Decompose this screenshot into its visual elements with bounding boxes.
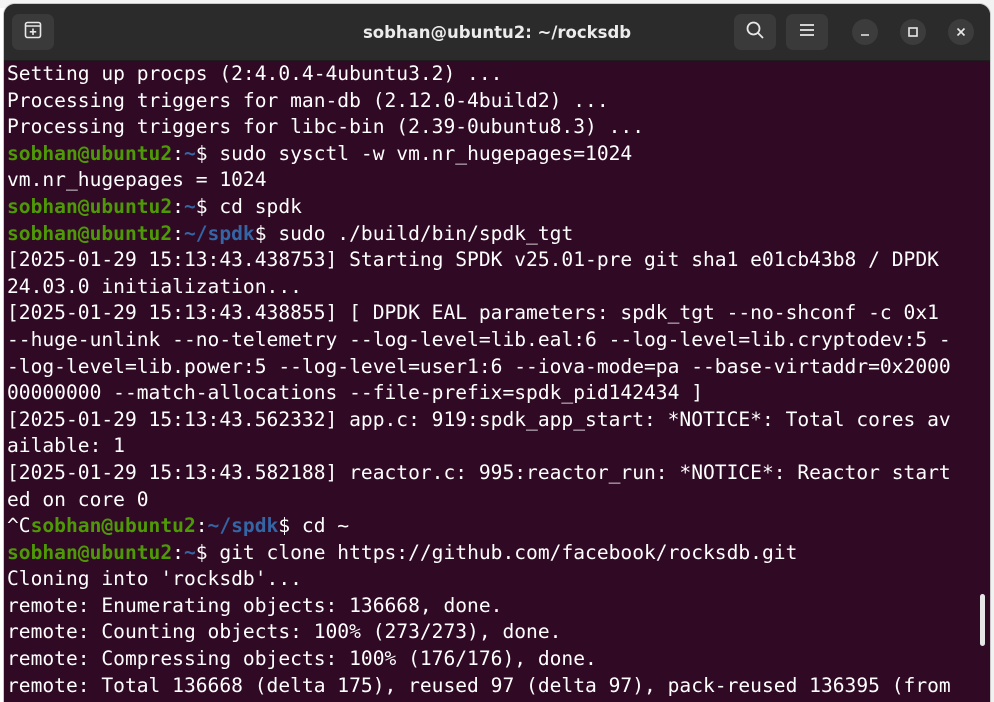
prompt-path: ~ (183, 141, 196, 165)
terminal-output[interactable]: Setting up procps (2:4.0.4-4ubuntu3.2) .… (4, 61, 977, 702)
output-line: 24.03.0 initialization... (7, 274, 302, 298)
output-line: Setting up procps (2:4.0.4-4ubuntu3.2) .… (7, 62, 503, 85)
maximize-icon (907, 23, 919, 42)
terminal-window: sobhan@ubuntu2: ~/rocksdb Setting up pro… (4, 4, 990, 702)
prompt-path: ~ (183, 194, 196, 218)
minimize-icon (859, 23, 871, 42)
output-line: [2025-01-29 15:13:43.438753] Starting SP… (7, 248, 939, 272)
prompt-separator: : (172, 141, 184, 165)
minimize-button[interactable] (852, 19, 878, 45)
output-line: -log-level=lib.power:5 --log-level=user1… (7, 354, 951, 378)
search-button[interactable] (734, 14, 776, 50)
prompt-separator: : (172, 194, 184, 218)
output-line: 00000000 --match-allocations --file-pref… (7, 381, 703, 405)
prompt-path: ~/spdk (183, 221, 255, 245)
output-line: Processing triggers for man-db (2.12.0-4… (7, 88, 609, 112)
output-line: --huge-unlink --no-telemetry --log-level… (7, 327, 951, 351)
prompt-line: sobhan@ubuntu2:~$ sudo sysctl -w vm.nr_h… (7, 141, 977, 168)
command-text: $ cd spdk (195, 194, 302, 218)
prompt-user: sobhan@ubuntu2 (7, 540, 173, 564)
output-line: [2025-01-29 15:13:43.438855] [ DPDK EAL … (7, 301, 939, 325)
close-button[interactable] (948, 19, 974, 45)
prompt-path: ~ (183, 540, 196, 564)
output-line: [2025-01-29 15:13:43.562332] app.c: 919:… (7, 407, 951, 431)
prompt-line: sobhan@ubuntu2:~/spdk$ sudo ./build/bin/… (7, 221, 977, 248)
output-line: remote: Counting objects: 100% (273/273)… (7, 620, 562, 644)
new-tab-icon (24, 21, 42, 43)
prompt-separator: : (172, 540, 184, 564)
window-title: sobhan@ubuntu2: ~/rocksdb (362, 22, 632, 42)
output-line: vm.nr_hugepages = 1024 (7, 168, 267, 192)
output-line: remote: Total 136668 (delta 175), reused… (7, 673, 951, 697)
output-line: remote: Enumerating objects: 136668, don… (7, 593, 503, 617)
output-line: remote: Compressing objects: 100% (176/1… (7, 647, 597, 671)
prompt-separator: : (195, 514, 208, 538)
close-icon (955, 23, 967, 42)
new-tab-button[interactable] (12, 14, 54, 50)
maximize-button[interactable] (900, 19, 926, 45)
search-icon (745, 20, 765, 44)
interrupt-marker: ^C (7, 514, 31, 538)
prompt-path: ~/spdk (207, 514, 279, 538)
output-line: Processing triggers for libc-bin (2.39-0… (7, 115, 645, 139)
prompt-separator: : (172, 221, 184, 245)
output-line: Cloning into 'rocksdb'... (7, 567, 302, 591)
hamburger-menu-icon (798, 22, 816, 42)
output-line: ailable: 1 (7, 434, 125, 458)
prompt-line: sobhan@ubuntu2:~$ cd spdk (7, 194, 977, 221)
prompt-user: sobhan@ubuntu2 (30, 514, 196, 538)
prompt-user: sobhan@ubuntu2 (7, 141, 173, 165)
menu-button[interactable] (786, 14, 828, 50)
prompt-line: sobhan@ubuntu2:~$ git clone https://gith… (7, 540, 977, 567)
prompt-user: sobhan@ubuntu2 (7, 221, 173, 245)
command-text: $ sudo sysctl -w vm.nr_hugepages=1024 (195, 141, 633, 165)
title-bar[interactable]: sobhan@ubuntu2: ~/rocksdb (4, 4, 990, 61)
prompt-user: sobhan@ubuntu2 (7, 194, 173, 218)
command-text: $ sudo ./build/bin/spdk_tgt (254, 221, 574, 245)
scrollbar-thumb[interactable] (980, 594, 985, 646)
command-text: $ cd ~ (278, 514, 350, 538)
output-line: [2025-01-29 15:13:43.582188] reactor.c: … (7, 460, 951, 484)
output-line: ed on core 0 (7, 487, 149, 511)
command-text: $ git clone https://github.com/facebook/… (195, 540, 798, 564)
prompt-line: ^Csobhan@ubuntu2:~/spdk$ cd ~ (7, 513, 977, 540)
